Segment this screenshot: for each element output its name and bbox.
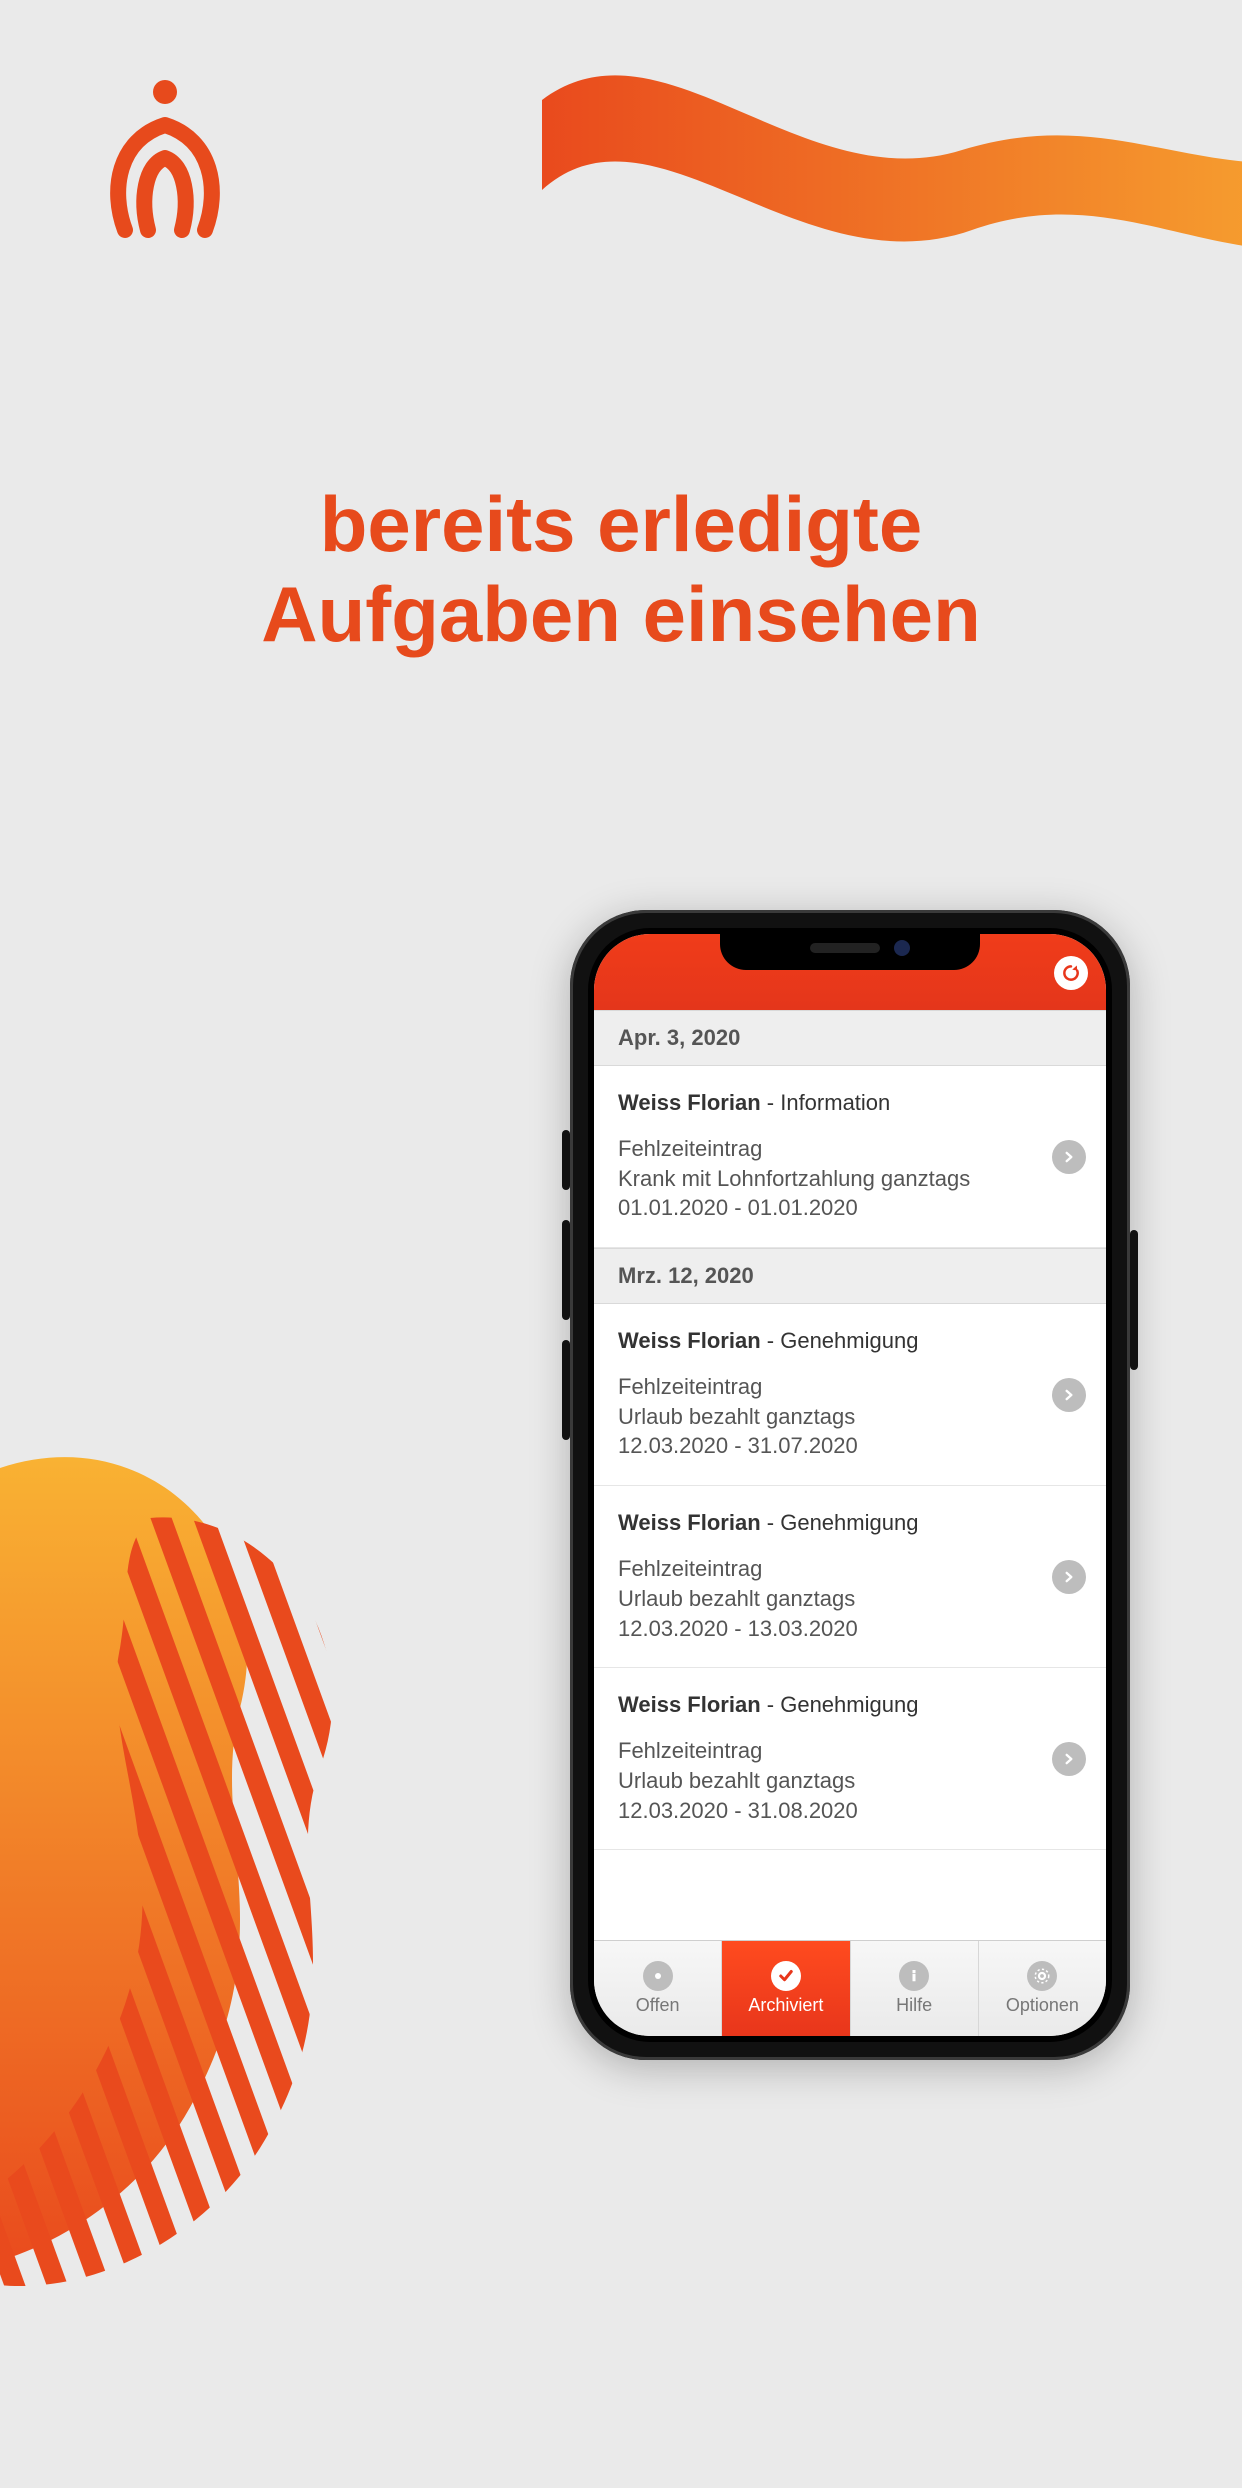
item-name: Weiss Florian: [618, 1328, 761, 1353]
marketing-heading: bereits erledigte Aufgaben einsehen: [0, 480, 1242, 659]
tab-options[interactable]: Optionen: [979, 1941, 1106, 2036]
item-type: Information: [780, 1090, 890, 1115]
item-line: Fehlzeiteintrag: [618, 1554, 1036, 1584]
tab-bar: Offen Archiviert Hilfe: [594, 1940, 1106, 2036]
list-item[interactable]: Weiss Florian - Genehmigung Fehlzeiteint…: [594, 1668, 1106, 1850]
item-name: Weiss Florian: [618, 1692, 761, 1717]
eye-icon: [643, 1961, 673, 1991]
item-line: Urlaub bezahlt ganztags: [618, 1402, 1036, 1432]
item-line: 01.01.2020 - 01.01.2020: [618, 1193, 1036, 1223]
item-type: Genehmigung: [780, 1328, 918, 1353]
chevron-right-icon[interactable]: [1052, 1140, 1086, 1174]
item-line: Fehlzeiteintrag: [618, 1736, 1036, 1766]
item-line: Fehlzeiteintrag: [618, 1372, 1036, 1402]
app-logo-icon: [90, 70, 240, 240]
tab-archived[interactable]: Archiviert: [722, 1941, 850, 2036]
heading-line: bereits erledigte: [0, 480, 1242, 570]
reload-icon: [1061, 963, 1081, 983]
tab-label: Hilfe: [896, 1995, 932, 2016]
list-item[interactable]: Weiss Florian - Genehmigung Fehlzeiteint…: [594, 1486, 1106, 1668]
chevron-right-icon[interactable]: [1052, 1560, 1086, 1594]
date-header: Mrz. 12, 2020: [594, 1248, 1106, 1304]
chevron-right-icon[interactable]: [1052, 1378, 1086, 1412]
tab-label: Archiviert: [748, 1995, 823, 2016]
reload-button[interactable]: [1054, 956, 1088, 990]
tab-label: Optionen: [1006, 1995, 1079, 2016]
item-type: Genehmigung: [780, 1692, 918, 1717]
tab-help[interactable]: Hilfe: [851, 1941, 979, 2036]
list-item[interactable]: Weiss Florian - Information Fehlzeiteint…: [594, 1066, 1106, 1248]
info-icon: [899, 1961, 929, 1991]
decorative-blob: [0, 1388, 620, 2488]
app-screen: Apr. 3, 2020 Weiss Florian - Information…: [594, 934, 1106, 2036]
decorative-wave: [542, 0, 1242, 320]
date-header: Apr. 3, 2020: [594, 1010, 1106, 1066]
heading-line: Aufgaben einsehen: [0, 570, 1242, 660]
gear-icon: [1027, 1961, 1057, 1991]
list-item[interactable]: Weiss Florian - Genehmigung Fehlzeiteint…: [594, 1304, 1106, 1486]
item-line: Fehlzeiteintrag: [618, 1134, 1036, 1164]
item-name: Weiss Florian: [618, 1090, 761, 1115]
item-line: 12.03.2020 - 13.03.2020: [618, 1614, 1036, 1644]
check-icon: [771, 1961, 801, 1991]
phone-notch: [720, 928, 980, 970]
tab-open[interactable]: Offen: [594, 1941, 722, 2036]
item-line: Urlaub bezahlt ganztags: [618, 1584, 1036, 1614]
chevron-right-icon[interactable]: [1052, 1742, 1086, 1776]
tab-label: Offen: [636, 1995, 680, 2016]
item-type: Genehmigung: [780, 1510, 918, 1535]
item-name: Weiss Florian: [618, 1510, 761, 1535]
item-line: Urlaub bezahlt ganztags: [618, 1766, 1036, 1796]
item-line: Krank mit Lohnfortzahlung ganztags: [618, 1164, 1036, 1194]
item-line: 12.03.2020 - 31.07.2020: [618, 1431, 1036, 1461]
phone-frame: Apr. 3, 2020 Weiss Florian - Information…: [570, 910, 1130, 2060]
task-list[interactable]: Apr. 3, 2020 Weiss Florian - Information…: [594, 1010, 1106, 1940]
item-line: 12.03.2020 - 31.08.2020: [618, 1796, 1036, 1826]
